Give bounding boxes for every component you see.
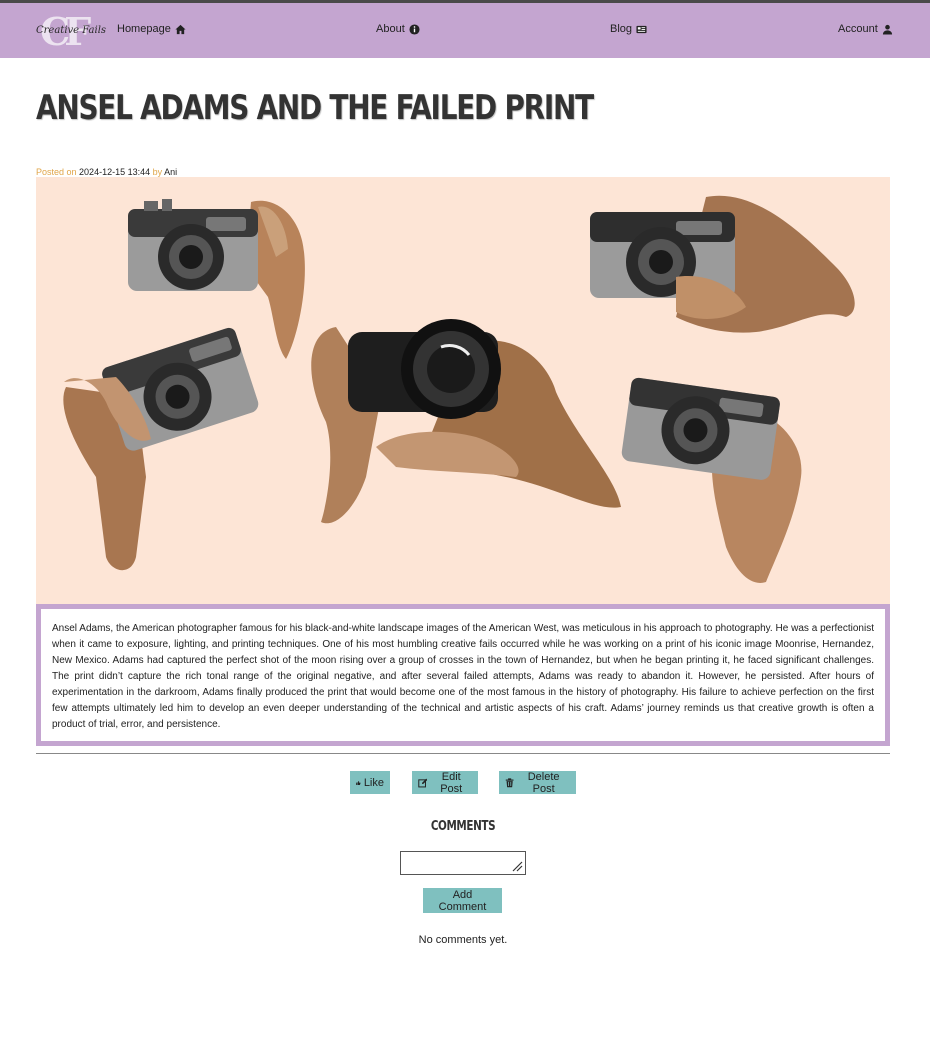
- comment-textarea[interactable]: [400, 851, 526, 875]
- add-comment-button[interactable]: Add Comment: [423, 888, 502, 913]
- like-label: Like: [363, 776, 384, 789]
- resize-handle-icon[interactable]: [511, 860, 523, 872]
- post-body-box: Ansel Adams, the American photographer f…: [36, 604, 890, 746]
- camera-left: [63, 327, 259, 571]
- trash-icon: [505, 777, 514, 787]
- no-comments-text: No comments yet.: [418, 934, 508, 946]
- edit-post-label: Edit Post: [440, 770, 463, 795]
- info-circle-icon: [409, 23, 420, 35]
- thumbs-up-icon: [356, 780, 361, 785]
- by-label: by: [152, 167, 163, 177]
- comments-heading: COMMENTS: [430, 819, 496, 834]
- post-meta: Posted on 2024-12-15 13:44 by Ani: [36, 167, 177, 177]
- post-date: 2024-12-15 13:44: [79, 167, 151, 177]
- camera-bottom-right: [621, 377, 802, 583]
- post-body: Ansel Adams, the American photographer f…: [52, 623, 874, 730]
- nav-homepage-label: Homepage: [117, 23, 171, 35]
- post-image: [36, 177, 890, 604]
- home-icon: [175, 24, 186, 34]
- edit-icon: [418, 778, 428, 787]
- posted-on-label: Posted on: [36, 167, 77, 177]
- nav-about-label: About: [376, 23, 405, 35]
- user-icon: [882, 24, 892, 35]
- delete-post-button[interactable]: Delete Post: [499, 770, 576, 795]
- nav-account-label: Account: [838, 23, 878, 35]
- site-logo[interactable]: CF Creative Fails: [36, 9, 106, 54]
- camera-top-right: [590, 195, 855, 333]
- post-author: Ani: [164, 167, 178, 177]
- cameras-illustration: [63, 195, 855, 583]
- nav-blog[interactable]: Blog: [610, 23, 647, 35]
- nav-about[interactable]: About: [376, 23, 420, 35]
- divider: [36, 753, 890, 754]
- nav-homepage[interactable]: Homepage: [117, 23, 186, 35]
- newspaper-icon: [636, 25, 647, 33]
- logo-script: Creative Fails: [36, 25, 107, 36]
- delete-post-label: Delete Post: [527, 770, 560, 795]
- post-title: Ansel Adams and the Failed Print: [36, 88, 594, 128]
- edit-post-button[interactable]: Edit Post: [412, 770, 478, 795]
- nav-blog-label: Blog: [610, 23, 633, 35]
- like-button[interactable]: Like: [350, 771, 390, 794]
- nav-account[interactable]: Account: [838, 23, 893, 35]
- camera-center: [311, 319, 621, 524]
- navbar: CF Creative Fails Homepage About Blog Ac…: [0, 3, 930, 58]
